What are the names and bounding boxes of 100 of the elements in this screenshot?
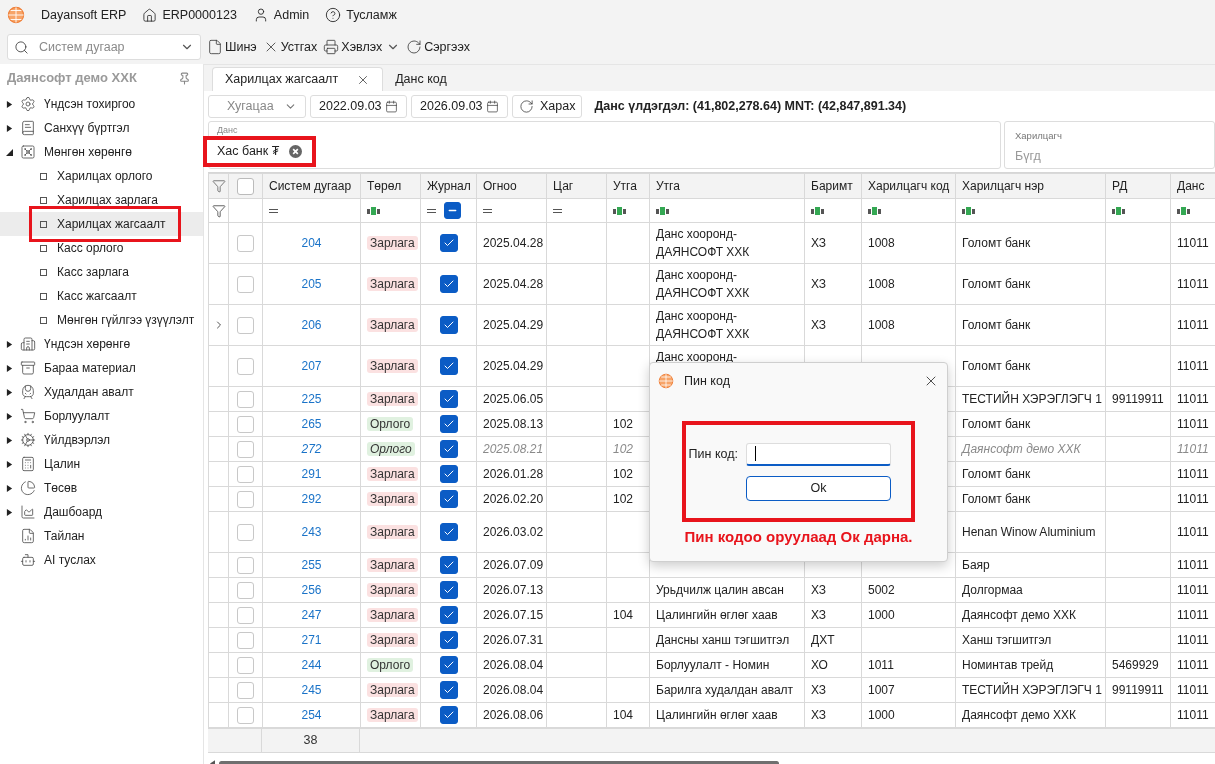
scroll-left-icon[interactable] bbox=[210, 759, 215, 764]
journal-checkbox[interactable] bbox=[439, 465, 458, 483]
sidebar-item[interactable]: Мөнгөн гүйлгээ үзүүлэлт bbox=[32, 308, 207, 332]
partner-field[interactable]: Харилцагч Бүгд bbox=[1004, 121, 1215, 169]
filter-checkbox[interactable] bbox=[444, 202, 461, 219]
pin-input[interactable] bbox=[746, 442, 891, 466]
system-number-link[interactable]: 247 bbox=[301, 608, 322, 622]
expand-arrow-icon[interactable] bbox=[6, 508, 13, 516]
sidebar-item[interactable]: Үндсэн хөрөнгө bbox=[0, 332, 203, 356]
system-number-link[interactable]: 255 bbox=[301, 558, 322, 572]
equals-filter-icon[interactable] bbox=[553, 208, 562, 213]
row-checkbox[interactable] bbox=[237, 581, 254, 599]
sidebar-item[interactable]: Бараа материал bbox=[0, 356, 203, 380]
sidebar-item[interactable]: Санхүү бүртгэл bbox=[0, 116, 203, 140]
text-filter-icon[interactable] bbox=[868, 206, 882, 215]
table-row[interactable]: 245 Зарлага 2026.08.04 Барилга худалдан авалт ХЗ 1007 ТЕСТИЙН ХЭРЭГЛЭГЧ 1 99119911 11011 bbox=[208, 677, 1215, 703]
printer-icon[interactable] bbox=[323, 39, 340, 55]
expand-arrow-icon[interactable] bbox=[6, 100, 13, 108]
table-row[interactable]: 204 Зарлага 2025.04.28 Данс хооронд-ДАЯНСОФТ ХХК ХЗ 1008 Голомт банк 11011 bbox=[208, 222, 1215, 264]
expand-arrow-icon[interactable] bbox=[6, 388, 13, 396]
toolbar-button[interactable]: Устгах bbox=[280, 37, 318, 57]
row-checkbox[interactable] bbox=[237, 357, 254, 375]
sidebar-item[interactable]: Төсөв bbox=[0, 476, 203, 500]
sidebar-item[interactable]: Борлуулалт bbox=[0, 404, 203, 428]
refresh-icon[interactable] bbox=[406, 39, 423, 55]
table-row[interactable]: 247 Зарлага 2026.07.15 104 Цалингийн өглөг хаав ХЗ 1000 Даянсофт демо ХХК 11011 bbox=[208, 602, 1215, 628]
system-number-link[interactable]: 225 bbox=[301, 392, 322, 406]
journal-checkbox[interactable] bbox=[439, 490, 458, 508]
journal-checkbox[interactable] bbox=[439, 234, 458, 252]
journal-checkbox[interactable] bbox=[439, 357, 458, 375]
journal-checkbox[interactable] bbox=[439, 440, 458, 458]
table-row[interactable]: 244 Орлого 2026.08.04 Борлуулалт - Номин ХО 1011 Номинтав трейд 5469929 11011 bbox=[208, 652, 1215, 678]
journal-checkbox[interactable] bbox=[439, 631, 458, 649]
row-checkbox[interactable] bbox=[237, 490, 254, 508]
journal-checkbox[interactable] bbox=[439, 556, 458, 574]
equals-filter-icon[interactable] bbox=[427, 208, 436, 213]
system-number-link[interactable]: 206 bbox=[301, 318, 322, 332]
row-checkbox[interactable] bbox=[237, 606, 254, 624]
expand-arrow-icon[interactable] bbox=[6, 340, 13, 348]
sidebar-item[interactable]: Үндсэн тохиргоо bbox=[0, 92, 203, 116]
expand-arrow-icon[interactable] bbox=[6, 148, 13, 156]
help-link[interactable]: Тусламж bbox=[346, 5, 397, 25]
sidebar-item[interactable]: Дашбоард bbox=[0, 500, 203, 524]
sidebar-item[interactable]: Касс орлого bbox=[32, 236, 136, 260]
text-filter-icon[interactable] bbox=[367, 206, 381, 215]
expand-arrow-icon[interactable] bbox=[6, 364, 13, 372]
journal-checkbox[interactable] bbox=[439, 316, 458, 334]
table-row[interactable]: 254 Зарлага 2026.08.06 104 Цалингийн өглөг хаав ХЗ 1000 Даянсофт демо ХХК 11011 bbox=[208, 702, 1215, 728]
system-number-link[interactable]: 254 bbox=[301, 708, 322, 722]
sidebar-item[interactable]: Мөнгөн хөрөнгө bbox=[0, 140, 203, 164]
sidebar-item[interactable]: AI туслах bbox=[0, 548, 203, 572]
expand-arrow-icon[interactable] bbox=[6, 484, 13, 492]
text-filter-icon[interactable] bbox=[613, 206, 627, 215]
home-icon[interactable] bbox=[142, 7, 158, 23]
ok-button[interactable]: Ok bbox=[746, 475, 891, 501]
date-field[interactable]: 2026.09.03 bbox=[411, 94, 508, 118]
row-checkbox[interactable] bbox=[237, 656, 254, 674]
column-header[interactable]: РД bbox=[1112, 179, 1128, 193]
help-icon[interactable] bbox=[325, 7, 342, 23]
tab[interactable]: Данс код bbox=[383, 67, 459, 91]
sidebar-item[interactable]: Цалин bbox=[0, 452, 203, 476]
table-row[interactable]: 271 Зарлага 2026.07.31 Дансны ханш тэгшитгэл ДХТ Ханш тэгшитгэл 11011 bbox=[208, 627, 1215, 653]
equals-filter-icon[interactable] bbox=[269, 208, 278, 213]
sidebar-item[interactable]: Худалдан авалт bbox=[0, 380, 203, 404]
system-number-link[interactable]: 272 bbox=[301, 442, 322, 456]
journal-checkbox[interactable] bbox=[439, 656, 458, 674]
row-checkbox[interactable] bbox=[237, 415, 254, 433]
expand-arrow-icon[interactable] bbox=[6, 436, 13, 444]
horizontal-scrollbar[interactable] bbox=[219, 760, 779, 764]
filter-icon[interactable] bbox=[211, 203, 226, 218]
system-number-link[interactable]: 245 bbox=[301, 683, 322, 697]
company-code[interactable]: ERP0000123 bbox=[162, 5, 237, 25]
calendar-icon[interactable] bbox=[385, 99, 398, 113]
equals-filter-icon[interactable] bbox=[483, 208, 492, 213]
row-checkbox[interactable] bbox=[237, 440, 254, 458]
journal-checkbox[interactable] bbox=[439, 706, 458, 724]
tab[interactable]: Харилцах жагсаалт bbox=[212, 67, 384, 91]
journal-checkbox[interactable] bbox=[439, 681, 458, 699]
user-name[interactable]: Admin bbox=[273, 5, 310, 25]
table-row[interactable]: 206 Зарлага 2025.04.29 Данс хооронд-ДАЯНСОФТ ХХК ХЗ 1008 Голомт банк 11011 bbox=[208, 304, 1215, 346]
text-filter-icon[interactable] bbox=[1112, 206, 1126, 215]
system-number-link[interactable]: 205 bbox=[301, 277, 322, 291]
pin-icon[interactable] bbox=[178, 71, 191, 85]
row-checkbox[interactable] bbox=[237, 275, 254, 293]
row-checkbox[interactable] bbox=[237, 234, 254, 252]
toolbar-button[interactable]: Шинэ bbox=[225, 37, 257, 57]
journal-checkbox[interactable] bbox=[439, 523, 458, 541]
select-all-checkbox[interactable] bbox=[237, 177, 254, 195]
system-number-link[interactable]: 292 bbox=[301, 492, 322, 506]
column-header[interactable]: Утга bbox=[656, 179, 680, 193]
journal-checkbox[interactable] bbox=[439, 606, 458, 624]
sidebar-item[interactable]: Харилцах зарлага bbox=[32, 188, 170, 212]
sidebar-item[interactable]: Харилцах жагсаалт bbox=[32, 209, 178, 239]
system-number-link[interactable]: 271 bbox=[301, 633, 322, 647]
remove-chip-icon[interactable] bbox=[289, 145, 303, 158]
sidebar-item[interactable]: Касс жагсаалт bbox=[32, 284, 149, 308]
system-number-link[interactable]: 204 bbox=[301, 236, 322, 250]
system-number-link[interactable]: 243 bbox=[301, 525, 322, 539]
filter-icon[interactable] bbox=[211, 179, 226, 193]
text-filter-icon[interactable] bbox=[656, 206, 670, 215]
